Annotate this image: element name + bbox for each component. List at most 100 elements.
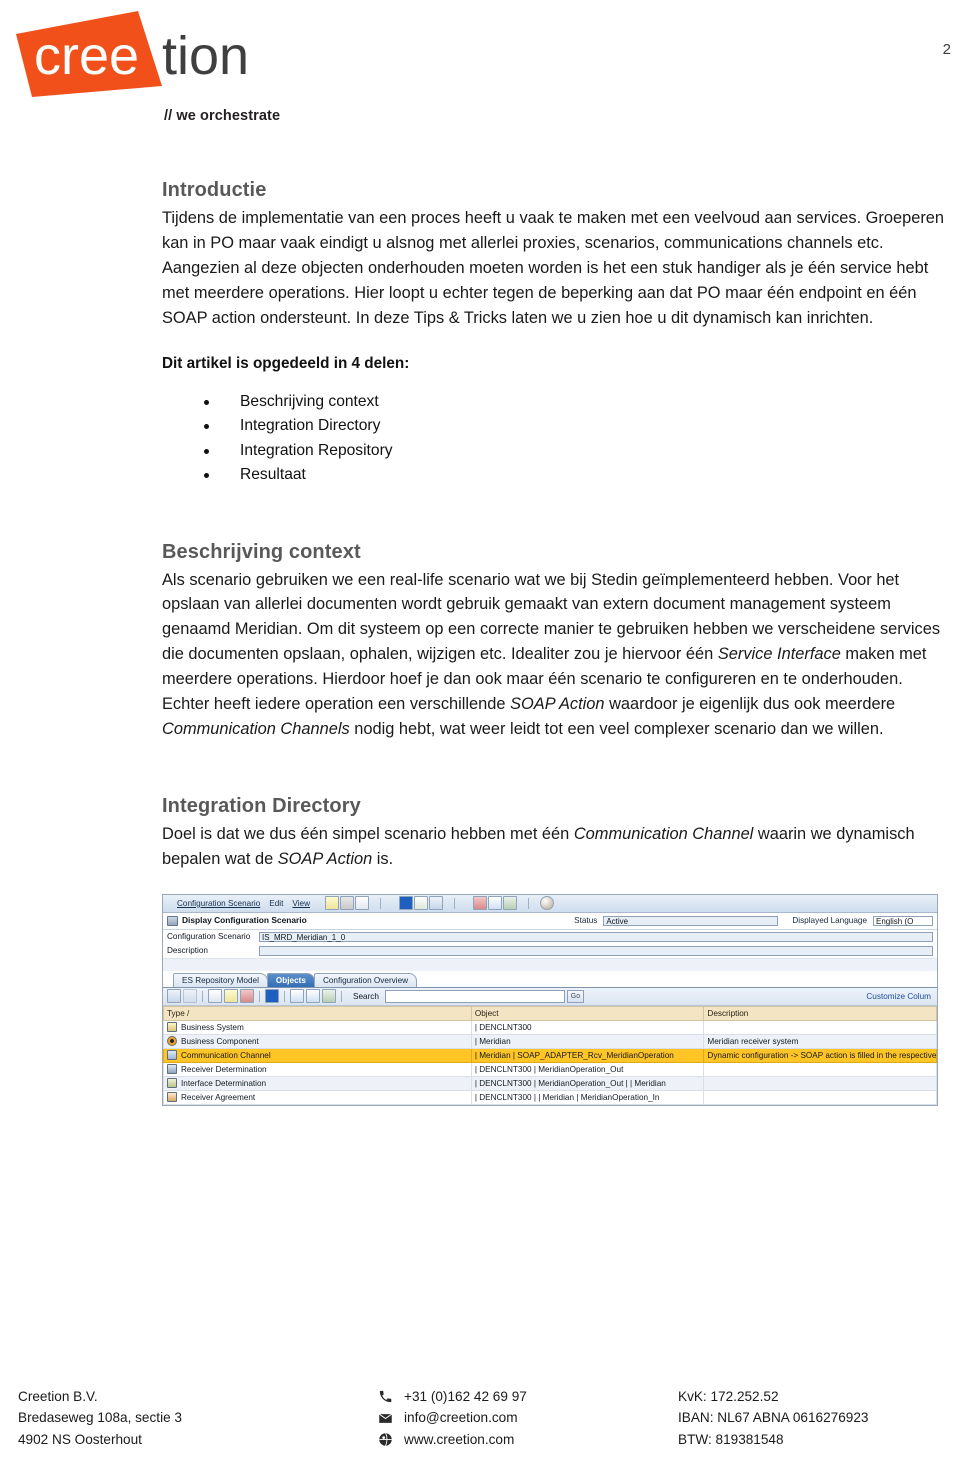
menu-item-edit[interactable]: Edit — [269, 899, 283, 908]
cut-icon[interactable] — [290, 989, 304, 1004]
menu-item-view[interactable]: View — [292, 899, 310, 908]
sap-configuration-scenario-screenshot: Configuration Scenario Edit View Display… — [162, 893, 938, 1106]
toolbar-divider — [341, 990, 342, 1002]
open-folder-icon[interactable] — [224, 989, 238, 1004]
footer-email-line: info@creetion.com — [378, 1407, 678, 1428]
interface-determination-icon — [167, 1078, 177, 1089]
table-row[interactable]: Business System | DENCLNT300 — [163, 1019, 937, 1035]
description-row: Description — [163, 943, 937, 958]
page-header: cree tion // we orchestrate 2 — [0, 0, 960, 140]
list-item: Integration Repository — [162, 439, 948, 463]
type-label: Communication Channel — [181, 1050, 271, 1060]
list-item: Integration Directory — [162, 414, 948, 438]
cell-object: | Meridian — [470, 1033, 705, 1049]
blue-info-icon[interactable] — [399, 896, 414, 911]
edit-pencil-icon[interactable] — [325, 896, 340, 911]
footer-legal: KvK: 172.252.52 IBAN: NL67 ABNA 06162769… — [678, 1386, 958, 1450]
description-label: Description — [167, 946, 208, 956]
tagline: // we orchestrate — [164, 108, 281, 124]
type-cell-content: Interface Determination — [167, 1078, 468, 1089]
sap-menubar: Configuration Scenario Edit View — [163, 894, 937, 913]
delete-icon[interactable] — [240, 989, 254, 1004]
page-footer: Creetion B.V. Bredaseweg 108a, sectie 3 … — [0, 1380, 960, 1476]
cell-object: | Meridian | SOAP_ADAPTER_Rcv_MeridianOp… — [470, 1047, 705, 1063]
section-introductie: Introductie Tijdens de implementatie van… — [162, 178, 948, 488]
column-header-object[interactable]: Object — [470, 1005, 705, 1021]
table-row[interactable]: Business Component | Meridian Meridian r… — [163, 1033, 937, 1049]
heading-integration-directory: Integration Directory — [162, 795, 361, 818]
display-icon[interactable] — [503, 896, 518, 911]
type-label: Receiver Determination — [181, 1064, 267, 1074]
cell-object: | DENCLNT300 | MeridianOperation_Out — [470, 1061, 705, 1077]
receiver-agreement-icon — [167, 1092, 177, 1103]
column-header-type[interactable]: Type / — [163, 1005, 472, 1021]
toolbar-divider — [454, 897, 456, 909]
column-header-type-label: Type — [167, 1008, 185, 1018]
paste-icon[interactable] — [322, 989, 336, 1004]
list-item: Resultaat — [162, 463, 948, 487]
parts-lead: Dit artikel is opgedeeld in 4 delen: — [162, 354, 410, 372]
logo-svg: cree tion — [16, 11, 249, 97]
type-label: Business Component — [181, 1036, 259, 1046]
copy-clipboard-icon[interactable] — [306, 989, 320, 1004]
sort-indicator-icon: / — [187, 1008, 190, 1018]
network-icon[interactable] — [414, 896, 429, 911]
toolbar-group-3 — [473, 896, 518, 911]
footer-email-text[interactable]: info@creetion.com — [404, 1407, 518, 1428]
column-header-description[interactable]: Description — [703, 1005, 937, 1021]
window-icon[interactable] — [488, 896, 503, 911]
sphere-icon[interactable] — [540, 896, 555, 911]
tab-configuration-overview[interactable]: Configuration Overview — [313, 972, 418, 987]
customize-columns-link[interactable]: Customize Colum — [866, 992, 933, 1001]
configuration-scenario-input[interactable]: IS_MRD_Meridian_1_0 — [259, 931, 933, 942]
cell-type: Interface Determination — [163, 1075, 472, 1091]
cell-description: Meridian receiver system — [703, 1033, 937, 1049]
table-row[interactable]: Receiver Determination | DENCLNT300 | Me… — [163, 1061, 937, 1077]
print-icon[interactable] — [473, 896, 488, 911]
cell-object: | DENCLNT300 — [470, 1019, 705, 1035]
communication-channel-icon — [167, 1050, 177, 1061]
objects-table: Type / Object Description Business Syste… — [163, 1005, 937, 1105]
toolbar-divider — [284, 990, 285, 1002]
type-cell-content: Business Component — [167, 1036, 468, 1047]
transport-icon[interactable] — [429, 896, 444, 911]
configuration-scenario-label: Configuration Scenario — [167, 932, 251, 942]
status-value: Active — [603, 915, 779, 926]
logo-tion-text: tion — [162, 26, 249, 86]
save-icon[interactable] — [340, 896, 355, 911]
tab-objects[interactable]: Objects — [266, 972, 315, 987]
sap-spacer-band — [163, 957, 937, 971]
list-item: Beschrijving context — [162, 390, 948, 414]
search-input[interactable] — [384, 989, 565, 1003]
footer-contact: +31 (0)162 42 69 97 info@creetion.com ww… — [378, 1386, 678, 1450]
remove-object-icon[interactable] — [183, 989, 197, 1004]
table-row[interactable]: Communication Channel | Meridian | SOAP_… — [163, 1047, 937, 1063]
footer-phone-text: +31 (0)162 42 69 97 — [404, 1389, 527, 1404]
screen-icon — [167, 915, 178, 926]
tab-es-repository-model[interactable]: ES Repository Model — [173, 972, 268, 987]
description-input[interactable] — [259, 945, 933, 956]
info-icon[interactable] — [265, 989, 279, 1004]
footer-street: Bredaseweg 108a, sectie 3 — [18, 1410, 182, 1426]
go-button[interactable]: Go — [566, 989, 584, 1003]
table-row[interactable]: Interface Determination | DENCLNT300 | M… — [163, 1075, 937, 1091]
footer-website-text[interactable]: www.creetion.com — [404, 1429, 514, 1450]
cell-description — [703, 1061, 937, 1077]
table-row[interactable]: Receiver Agreement | DENCLNT300 | | Meri… — [163, 1089, 937, 1105]
toolbar-divider — [259, 990, 260, 1002]
displayed-language-value[interactable]: English (O — [873, 915, 933, 926]
new-document-icon[interactable] — [208, 989, 222, 1004]
menu-item-configuration-scenario[interactable]: Configuration Scenario — [177, 899, 260, 908]
phone-icon — [378, 1389, 404, 1404]
footer-company-name: Creetion B.V. — [18, 1389, 98, 1404]
creetion-logo: cree tion — [10, 8, 310, 100]
add-object-icon[interactable] — [167, 989, 181, 1004]
globe-icon — [378, 1432, 404, 1447]
copy-icon[interactable] — [355, 896, 370, 911]
cell-type: Communication Channel — [163, 1047, 472, 1063]
footer-address: Creetion B.V. Bredaseweg 108a, sectie 3 … — [18, 1386, 378, 1450]
toolbar-divider — [380, 897, 382, 909]
business-component-icon — [167, 1036, 177, 1047]
objects-table-body: Business System | DENCLNT300 Business Co… — [163, 1019, 937, 1105]
toolbar-group-1 — [325, 896, 370, 911]
